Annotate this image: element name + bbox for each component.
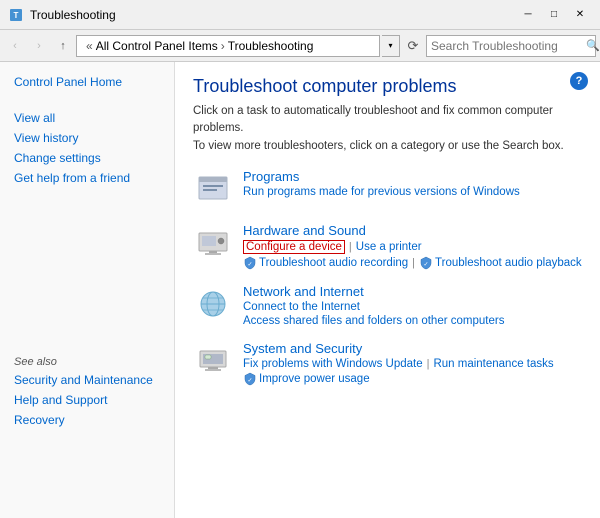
forward-button[interactable]: › — [28, 35, 50, 57]
address-bar: ‹ › ↑ « All Control Panel Items › Troubl… — [0, 30, 600, 62]
network-title[interactable]: Network and Internet — [243, 284, 582, 299]
hardware-icon — [193, 223, 233, 263]
category-programs: Programs Run programs made for previous … — [193, 169, 582, 209]
sidebar-item-get-help[interactable]: Get help from a friend — [0, 168, 174, 188]
sidebar-item-control-panel-home[interactable]: Control Panel Home — [0, 72, 174, 92]
system-links: Fix problems with Windows Update | Run m… — [243, 358, 582, 386]
system-info: System and Security Fix problems with Wi… — [243, 341, 582, 386]
page-title: Troubleshoot computer problems — [193, 76, 582, 97]
breadcrumb-control-panel[interactable]: All Control Panel Items — [96, 39, 218, 53]
hardware-title[interactable]: Hardware and Sound — [243, 223, 582, 238]
hardware-link-printer[interactable]: Use a printer — [356, 241, 422, 253]
svg-text:✓: ✓ — [424, 262, 429, 268]
sidebar-item-recovery[interactable]: Recovery — [0, 410, 175, 430]
breadcrumb-separator: › — [221, 39, 225, 53]
hardware-link-row-2: ✓ Troubleshoot audio recording | ✓ Troub… — [243, 256, 582, 270]
system-title[interactable]: System and Security — [243, 341, 582, 356]
shield-icon-power: ✓ — [243, 372, 257, 386]
svg-text:T: T — [14, 11, 19, 20]
shield-icon-audio-rec: ✓ — [243, 256, 257, 270]
hardware-link-configure[interactable]: Configure a device — [243, 240, 345, 254]
category-system: System and Security Fix problems with Wi… — [193, 341, 582, 386]
hardware-info: Hardware and Sound Configure a device | … — [243, 223, 582, 270]
search-input[interactable] — [431, 39, 586, 53]
category-network: Network and Internet Connect to the Inte… — [193, 284, 582, 327]
system-link-power[interactable]: Improve power usage — [259, 373, 370, 385]
shield-icon-audio-play: ✓ — [419, 256, 433, 270]
back-button[interactable]: ‹ — [4, 35, 26, 57]
breadcrumb-current: Troubleshooting — [228, 39, 314, 53]
network-info: Network and Internet Connect to the Inte… — [243, 284, 582, 327]
programs-link-1[interactable]: Run programs made for previous versions … — [243, 186, 520, 198]
sep1: | — [349, 241, 352, 253]
system-icon — [193, 341, 233, 381]
address-dropdown-button[interactable]: ▾ — [382, 35, 400, 57]
hardware-link-audio-rec[interactable]: Troubleshoot audio recording — [259, 257, 408, 269]
search-submit-button[interactable]: 🔍 — [586, 37, 600, 55]
svg-text:✓: ✓ — [247, 378, 252, 384]
desc-line1: Click on a task to automatically trouble… — [193, 105, 553, 134]
refresh-button[interactable]: ⟳ — [402, 35, 424, 57]
sidebar: Control Panel Home View all View history… — [0, 62, 175, 518]
sep3: | — [427, 358, 430, 370]
system-link-maintenance[interactable]: Run maintenance tasks — [433, 358, 553, 370]
breadcrumb-arrow: « — [86, 39, 93, 53]
sidebar-item-view-history[interactable]: View history — [0, 128, 174, 148]
content-description: Click on a task to automatically trouble… — [193, 103, 582, 155]
window-controls: ─ □ ✕ — [516, 5, 592, 25]
help-icon[interactable]: ? — [570, 72, 588, 90]
maximize-button[interactable]: □ — [542, 5, 566, 25]
network-links: Connect to the Internet Access shared fi… — [243, 301, 582, 327]
title-bar: T Troubleshooting ─ □ ✕ — [0, 0, 600, 30]
programs-icon — [193, 169, 233, 209]
network-link-shared[interactable]: Access shared files and folders on other… — [243, 315, 504, 327]
sep2: | — [412, 257, 415, 269]
desc-line2: To view more troubleshooters, click on a… — [193, 140, 564, 152]
hardware-link-row-1: Configure a device | Use a printer — [243, 240, 422, 254]
sidebar-item-security-maintenance[interactable]: Security and Maintenance — [0, 370, 175, 390]
category-hardware: Hardware and Sound Configure a device | … — [193, 223, 582, 270]
network-icon — [193, 284, 233, 324]
sidebar-item-help-support[interactable]: Help and Support — [0, 390, 175, 410]
programs-links: Run programs made for previous versions … — [243, 186, 520, 198]
network-link-internet[interactable]: Connect to the Internet — [243, 301, 360, 313]
sidebar-item-view-all[interactable]: View all — [0, 108, 174, 128]
close-button[interactable]: ✕ — [568, 5, 592, 25]
up-button[interactable]: ↑ — [52, 35, 74, 57]
programs-info: Programs Run programs made for previous … — [243, 169, 520, 198]
app-icon: T — [8, 7, 24, 23]
network-link-row-2: Access shared files and folders on other… — [243, 315, 504, 327]
hardware-links: Configure a device | Use a printer ✓ Tro… — [243, 240, 582, 270]
minimize-button[interactable]: ─ — [516, 5, 540, 25]
network-link-row-1: Connect to the Internet — [243, 301, 360, 313]
svg-text:✓: ✓ — [247, 262, 252, 268]
search-box: 🔍 — [426, 35, 596, 57]
content-area: ? Troubleshoot computer problems Click o… — [175, 62, 600, 518]
see-also-label: See also — [0, 348, 175, 370]
hardware-link-audio-play[interactable]: Troubleshoot audio playback — [435, 257, 582, 269]
address-path: « All Control Panel Items › Troubleshoot… — [76, 35, 380, 57]
system-link-row-1: Fix problems with Windows Update | Run m… — [243, 358, 554, 370]
main-container: Control Panel Home View all View history… — [0, 62, 600, 518]
sidebar-item-change-settings[interactable]: Change settings — [0, 148, 174, 168]
system-link-windows-update[interactable]: Fix problems with Windows Update — [243, 358, 423, 370]
programs-title[interactable]: Programs — [243, 169, 520, 184]
window-title: Troubleshooting — [30, 8, 516, 22]
system-link-row-2: ✓ Improve power usage — [243, 372, 370, 386]
